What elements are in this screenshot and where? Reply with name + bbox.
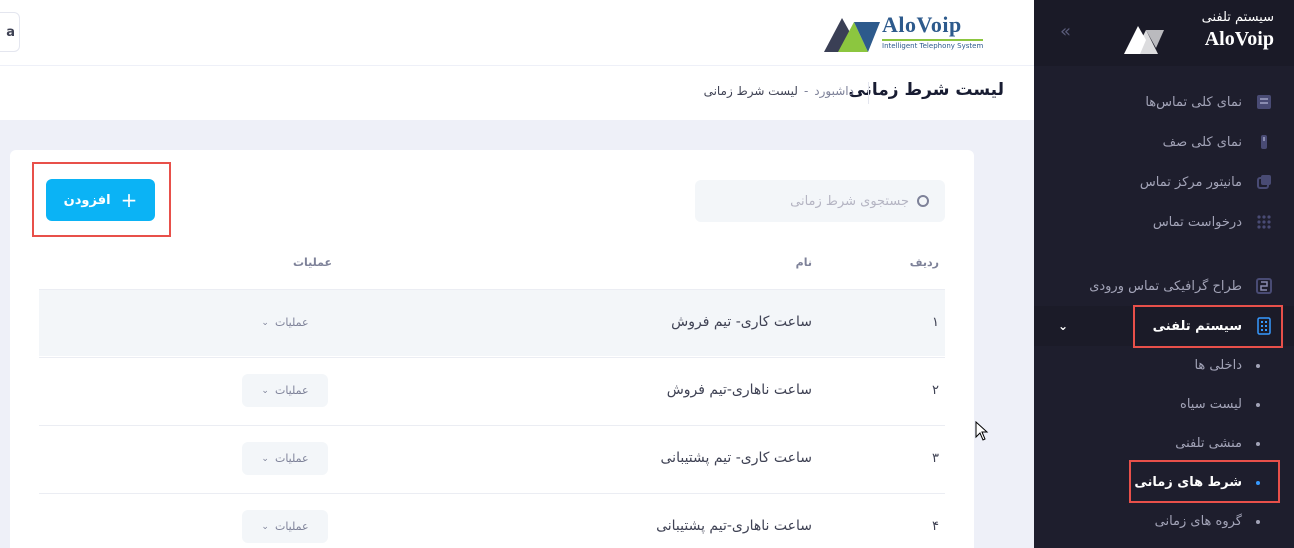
sidebar-item-label: طراح گرافیکی تماس ورودی — [1089, 278, 1242, 294]
content-card: + افزودن ردیف نام عملیات ۱ ساعت کاری- تی… — [10, 150, 974, 548]
breadcrumb-dashboard[interactable]: داشبورد — [814, 84, 854, 98]
sidebar-subitem-extensions[interactable]: داخلی ها — [1034, 346, 1294, 385]
operations-label: عملیات — [274, 384, 309, 397]
brand-title: سیستم تلفنی — [1201, 10, 1274, 25]
chevron-down-icon: ⌄ — [261, 317, 269, 328]
row-index: ۱ — [932, 315, 939, 330]
table-row[interactable]: ۲ ساعت ناهاری-تیم فروش عملیات ⌄ — [39, 357, 945, 424]
header-ops: عملیات — [293, 256, 333, 269]
operations-dropdown[interactable]: عملیات ⌄ — [242, 442, 328, 475]
sidebar-brand: سیستم تلفنی AloVoip — [1124, 10, 1274, 56]
bullet-icon — [1256, 402, 1260, 407]
chevron-down-icon: ⌄ — [261, 521, 269, 532]
row-name: ساعت ناهاری-تیم پشتیبانی — [656, 518, 812, 534]
header-name: نام — [795, 256, 812, 269]
sidebar-subitem-label: گروه های زمانی — [1154, 514, 1242, 529]
header-left-button[interactable]: a — [0, 12, 20, 52]
time-conditions-highlight — [1129, 460, 1280, 503]
brand-logo-icon — [1124, 26, 1164, 54]
bullet-icon — [1256, 363, 1260, 368]
ivr-designer-icon — [1254, 276, 1274, 296]
operations-dropdown[interactable]: عملیات ⌄ — [242, 510, 328, 543]
bullet-icon — [1256, 519, 1260, 524]
row-name: ساعت ناهاری-تیم فروش — [666, 382, 812, 398]
alovoip-logo-icon — [824, 18, 880, 52]
sidebar-item-call-request[interactable]: درخواست تماس — [1034, 202, 1294, 242]
chevron-down-icon: ⌄ — [1058, 319, 1069, 333]
operations-label: عملیات — [274, 452, 309, 465]
row-name: ساعت کاری- تیم فروش — [671, 314, 812, 330]
monitor-icon — [1254, 172, 1274, 192]
breadcrumb: داشبورد - لیست شرط زمانی — [704, 84, 854, 98]
sidebar-item-label: درخواست تماس — [1152, 214, 1242, 230]
sidebar-item-label: نمای کلی صف — [1162, 134, 1242, 150]
grid-icon — [1254, 212, 1274, 232]
chevron-down-icon: ⌄ — [261, 453, 269, 464]
sidebar-item-calls-overview[interactable]: نمای کلی تماس‌ها — [1034, 82, 1294, 122]
sidebar-item-ivr-designer[interactable]: طراح گرافیکی تماس ورودی — [1034, 266, 1294, 306]
sidebar-subitem-label: منشی تلفنی — [1175, 436, 1242, 451]
sidebar-item-label: نمای کلی تماس‌ها — [1145, 94, 1242, 110]
bullet-icon — [1256, 441, 1260, 446]
sidebar-header: سیستم تلفنی AloVoip « — [1034, 0, 1294, 66]
mouse-cursor-icon — [975, 421, 989, 441]
brand-name: AloVoip — [1204, 28, 1274, 50]
sidebar-item-call-center-monitor[interactable]: مانیتور مرکز تماس — [1034, 162, 1294, 202]
row-index: ۴ — [932, 519, 939, 534]
sidebar-subitem-label: داخلی ها — [1194, 358, 1242, 373]
header-logo: AloVoip Intelligent Telephony System — [824, 12, 1004, 54]
operations-label: عملیات — [274, 316, 309, 329]
sidebar-subitem-label: لیست سیاه — [1180, 397, 1242, 412]
search-icon — [917, 195, 929, 207]
queue-icon — [1254, 132, 1274, 152]
search-input[interactable] — [719, 193, 909, 209]
double-chevron-left-icon[interactable]: « — [1060, 21, 1071, 42]
sidebar-subitem-ivr[interactable]: منشی تلفنی — [1034, 424, 1294, 463]
sidebar-item-label: مانیتور مرکز تماس — [1139, 174, 1242, 190]
search-box[interactable] — [695, 180, 945, 222]
sidebar-subitem-blacklist[interactable]: لیست سیاه — [1034, 385, 1294, 424]
add-button-highlight — [32, 162, 171, 237]
breadcrumb-separator: - — [803, 84, 809, 98]
header-index: ردیف — [909, 256, 939, 269]
table-row[interactable]: ۱ ساعت کاری- تیم فروش عملیات ⌄ — [39, 289, 945, 356]
operations-dropdown[interactable]: عملیات ⌄ — [242, 374, 328, 407]
page-title: لیست شرط زمانی — [848, 80, 1004, 100]
phone-system-highlight — [1133, 305, 1283, 348]
row-index: ۳ — [932, 451, 939, 466]
breadcrumb-current: لیست شرط زمانی — [703, 84, 798, 98]
sidebar-subitem-time-groups[interactable]: گروه های زمانی — [1034, 502, 1294, 541]
row-name: ساعت کاری- تیم پشتیبانی — [660, 450, 812, 466]
chevron-down-icon: ⌄ — [261, 385, 269, 396]
operations-label: عملیات — [274, 520, 309, 533]
title-separator — [868, 82, 869, 104]
table-row[interactable]: ۴ ساعت ناهاری-تیم پشتیبانی عملیات ⌄ — [39, 493, 945, 548]
logo-name: AloVoip — [882, 12, 962, 37]
sidebar-item-queue-overview[interactable]: نمای کلی صف — [1034, 122, 1294, 162]
row-index: ۲ — [932, 383, 939, 398]
table-row[interactable]: ۳ ساعت کاری- تیم پشتیبانی عملیات ⌄ — [39, 425, 945, 492]
logo-tagline: Intelligent Telephony System — [882, 39, 984, 50]
subheader: لیست شرط زمانی داشبورد - لیست شرط زمانی — [0, 66, 1034, 120]
operations-dropdown[interactable]: عملیات ⌄ — [242, 306, 328, 339]
top-header: a AloVoip Intelligent Telephony System — [0, 0, 1034, 66]
calls-overview-icon — [1254, 92, 1274, 112]
